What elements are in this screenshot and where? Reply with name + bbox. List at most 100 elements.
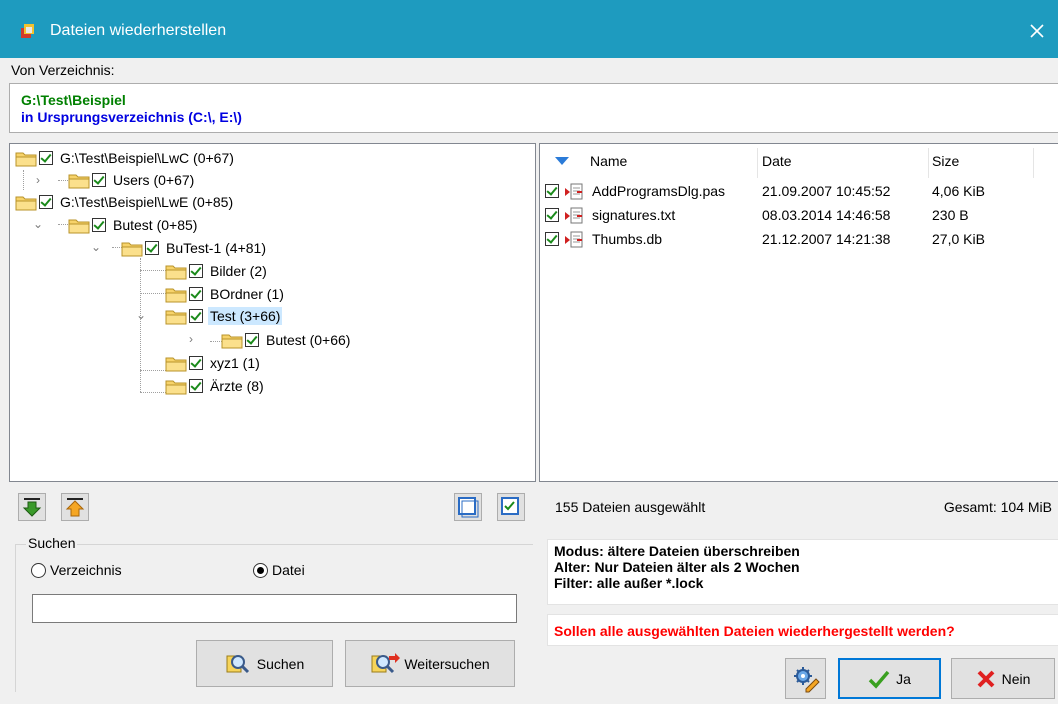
- close-button[interactable]: [1024, 18, 1050, 44]
- no-button[interactable]: Nein: [951, 658, 1055, 699]
- age-line: Alter: Nur Dateien älter als 2 Wochen: [554, 559, 800, 575]
- tree-node-bilder[interactable]: Bilder (2): [165, 261, 269, 281]
- confirm-question: Sollen alle ausgewählten Dateien wiederh…: [547, 614, 1058, 646]
- expand-chevron-icon[interactable]: ›: [32, 173, 44, 187]
- search-input[interactable]: [32, 594, 517, 623]
- column-header-date[interactable]: Date: [762, 153, 792, 169]
- checked-box-icon: [501, 497, 519, 515]
- expand-chevron-icon[interactable]: ›: [185, 332, 197, 346]
- restore-info: Modus: ältere Dateien überschreiben Alte…: [547, 539, 1058, 605]
- tree-node-butest-sub[interactable]: Butest (0+66): [221, 330, 352, 350]
- tree-connector: [140, 370, 166, 371]
- sort-descending-icon[interactable]: [554, 156, 570, 166]
- column-header-size[interactable]: Size: [932, 153, 959, 169]
- tree-node-label: Butest (0+66): [266, 332, 351, 348]
- file-date: 21.12.2007 14:21:38: [762, 231, 891, 247]
- file-checkbox[interactable]: [545, 232, 559, 246]
- tree-checkbox[interactable]: [189, 379, 203, 393]
- tree-checkbox[interactable]: [189, 287, 203, 301]
- radio-file[interactable]: Datei: [253, 562, 305, 578]
- file-row[interactable]: signatures.txt 08.03.2014 14:46:58 230 B: [540, 205, 1058, 227]
- tree-node-lwe[interactable]: G:\Test\Beispiel\LwE (0+85): [15, 192, 235, 212]
- file-checkbox[interactable]: [545, 208, 559, 222]
- select-all-button[interactable]: [497, 493, 525, 521]
- file-list-header: Name Date Size: [540, 144, 1058, 180]
- tree-node-lwc[interactable]: G:\Test\Beispiel\LwC (0+67): [15, 148, 236, 168]
- tree-node-label: G:\Test\Beispiel\LwE (0+85): [60, 194, 234, 210]
- tree-node-label: BOrdner (1): [210, 286, 284, 302]
- cross-icon: [977, 670, 995, 687]
- target-path: in Ursprungsverzeichnis (C:\, E:\): [21, 109, 242, 125]
- tree-node-bordner[interactable]: BOrdner (1): [165, 284, 286, 304]
- file-list[interactable]: Name Date Size AddProgramsDlg.pas 21.09.…: [539, 143, 1058, 482]
- tree-node-label: Butest (0+85): [113, 217, 198, 233]
- magnifier-next-icon: [371, 652, 401, 673]
- tree-node-label: Bilder (2): [210, 263, 267, 279]
- file-size: 27,0 KiB: [932, 231, 985, 247]
- search-next-button-label: Weitersuchen: [404, 655, 490, 672]
- folder-icon: [68, 219, 90, 234]
- yes-button-label: Ja: [896, 670, 911, 687]
- source-label: Von Verzeichnis:: [11, 62, 115, 78]
- radio-button[interactable]: [31, 562, 46, 578]
- file-row[interactable]: AddProgramsDlg.pas 21.09.2007 10:45:52 4…: [540, 181, 1058, 203]
- folder-icon: [165, 310, 187, 325]
- collapse-all-button[interactable]: [61, 493, 89, 521]
- tree-node-butest-1[interactable]: BuTest-1 (4+81): [121, 238, 268, 258]
- search-button[interactable]: Suchen: [196, 640, 333, 687]
- tree-node-aerzte[interactable]: Ärzte (8): [165, 376, 266, 396]
- search-button-label: Suchen: [256, 655, 305, 672]
- collapse-chevron-icon[interactable]: ⌄: [32, 217, 44, 231]
- restore-file-icon: [565, 207, 583, 224]
- folder-icon: [165, 265, 187, 280]
- filter-line: Filter: alle außer *.lock: [554, 575, 704, 591]
- column-divider[interactable]: [928, 148, 929, 178]
- search-next-button[interactable]: Weitersuchen: [345, 640, 515, 687]
- tree-checkbox[interactable]: [189, 264, 203, 278]
- settings-button[interactable]: [785, 658, 826, 699]
- no-button-label: Nein: [1001, 670, 1031, 687]
- tree-node-label: Users (0+67): [113, 172, 195, 188]
- tree-node-label: Ärzte (8): [210, 378, 264, 394]
- file-row[interactable]: Thumbs.db 21.12.2007 14:21:38 27,0 KiB: [540, 229, 1058, 251]
- tree-checkbox[interactable]: [92, 218, 106, 232]
- column-divider[interactable]: [757, 148, 758, 178]
- selected-count: 155 Dateien ausgewählt: [555, 499, 706, 515]
- collapse-chevron-icon[interactable]: ⌄: [90, 240, 102, 254]
- file-checkbox[interactable]: [545, 184, 559, 198]
- tree-checkbox[interactable]: [245, 333, 259, 347]
- tree-connector: [23, 170, 24, 190]
- magnifier-icon: [226, 654, 249, 673]
- collapse-chevron-icon[interactable]: ⌄: [135, 308, 147, 322]
- tree-node-test[interactable]: Test (3+66): [165, 306, 283, 326]
- expand-all-button[interactable]: [18, 493, 46, 521]
- radio-button[interactable]: [253, 562, 268, 578]
- window-title: Dateien wiederherstellen: [50, 22, 227, 39]
- tree-node-xyz1[interactable]: xyz1 (1): [165, 353, 262, 373]
- tree-checkbox[interactable]: [145, 241, 159, 255]
- folder-tree[interactable]: G:\Test\Beispiel\LwC (0+67) › Users (0+6…: [9, 143, 536, 482]
- file-date: 21.09.2007 10:45:52: [762, 183, 891, 199]
- tree-node-butest[interactable]: Butest (0+85): [68, 215, 199, 235]
- file-name: Thumbs.db: [592, 231, 663, 247]
- tree-checkbox[interactable]: [92, 173, 106, 187]
- folder-icon: [165, 288, 187, 303]
- column-divider[interactable]: [1033, 148, 1034, 178]
- yes-button[interactable]: Ja: [838, 658, 941, 699]
- deselect-all-button[interactable]: [454, 493, 482, 521]
- tree-checkbox[interactable]: [189, 356, 203, 370]
- tree-node-users[interactable]: Users (0+67): [68, 170, 196, 190]
- radio-directory[interactable]: Verzeichnis: [31, 562, 122, 578]
- tree-node-label: G:\Test\Beispiel\LwC (0+67): [60, 150, 234, 166]
- column-header-name[interactable]: Name: [590, 153, 627, 169]
- restore-file-icon: [565, 183, 583, 200]
- checkmark-icon: [868, 670, 890, 689]
- close-icon: [1030, 24, 1044, 38]
- tree-checkbox[interactable]: [39, 151, 53, 165]
- tree-checkbox[interactable]: [39, 195, 53, 209]
- folder-icon: [68, 174, 90, 189]
- source-path: G:\Test\Beispiel: [21, 92, 126, 108]
- tree-checkbox[interactable]: [189, 309, 203, 323]
- tree-node-label: Test (3+66): [208, 307, 283, 325]
- arrow-down-icon: [22, 498, 42, 517]
